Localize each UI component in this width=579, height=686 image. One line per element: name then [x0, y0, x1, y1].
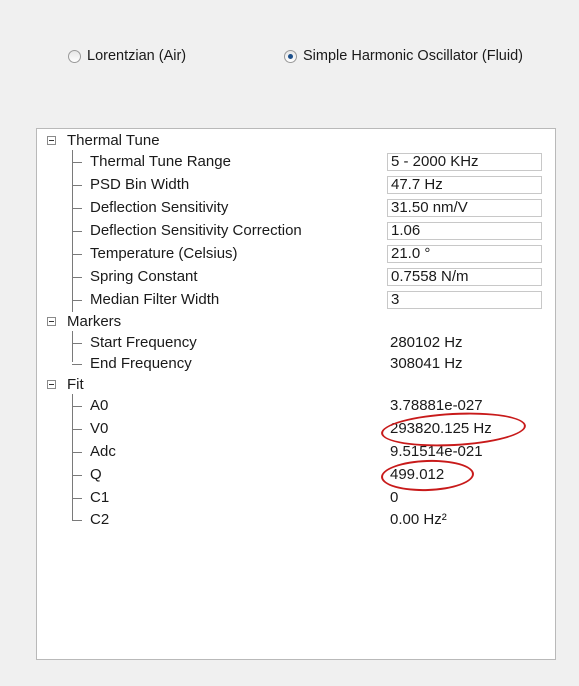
property-row-v0[interactable]: V0 293820.125 Hz	[37, 420, 555, 441]
thermal-tune-range-field[interactable]: 5 - 2000 KHz	[387, 153, 542, 171]
property-label: A0	[90, 397, 109, 414]
category-label: Fit	[67, 376, 84, 393]
lorentzian-air-radio[interactable]: Lorentzian (Air)	[68, 48, 186, 64]
property-label: Q	[90, 466, 102, 483]
tree-branch	[72, 406, 82, 407]
tree-branch	[72, 208, 82, 209]
deflection-sensitivity-correction-field[interactable]: 1.06	[387, 222, 542, 240]
tree-branch	[72, 162, 82, 163]
a0-value: 3.78881e-027	[390, 397, 483, 414]
start-frequency-value: 280102 Hz	[390, 334, 463, 351]
property-grid: Thermal Tune Thermal Tune Range 5 - 2000…	[36, 128, 556, 660]
property-row-q[interactable]: Q 499.012	[37, 466, 555, 487]
tree-branch	[72, 185, 82, 186]
tree-branch	[72, 300, 82, 301]
collapse-icon[interactable]	[47, 136, 56, 145]
property-label: Spring Constant	[90, 268, 198, 285]
tree-branch	[72, 520, 82, 521]
q-value: 499.012	[390, 466, 445, 483]
adc-value: 9.51514e-021	[390, 443, 483, 460]
c2-value: 0.00 Hz²	[390, 511, 447, 528]
property-label: PSD Bin Width	[90, 176, 190, 193]
tree-branch	[72, 429, 82, 430]
temperature-field[interactable]: 21.0 °	[387, 245, 542, 263]
property-row-deflection-sensitivity-correction[interactable]: Deflection Sensitivity Correction 1.06	[37, 222, 555, 243]
radio-label-sho: Simple Harmonic Oscillator (Fluid)	[303, 48, 523, 64]
tree-branch	[72, 452, 82, 453]
radio-checked-icon[interactable]	[284, 49, 297, 63]
tree-branch	[72, 277, 82, 278]
psd-bin-width-field[interactable]: 47.7 Hz	[387, 176, 542, 194]
category-fit[interactable]: Fit	[37, 376, 555, 397]
property-row-deflection-sensitivity[interactable]: Deflection Sensitivity 31.50 nm/V	[37, 199, 555, 220]
median-filter-width-field[interactable]: 3	[387, 291, 542, 309]
property-label: Adc	[90, 443, 116, 460]
simple-harmonic-oscillator-radio[interactable]: Simple Harmonic Oscillator (Fluid)	[284, 48, 523, 64]
c1-value: 0	[390, 489, 399, 506]
collapse-icon[interactable]	[47, 317, 56, 326]
category-label: Markers	[67, 313, 122, 330]
tree-branch	[72, 343, 82, 344]
property-row-thermal-tune-range[interactable]: Thermal Tune Range 5 - 2000 KHz	[37, 153, 555, 174]
property-row-adc[interactable]: Adc 9.51514e-021	[37, 443, 555, 464]
tree-branch	[72, 498, 82, 499]
category-thermal-tune[interactable]: Thermal Tune	[37, 132, 555, 153]
category-label: Thermal Tune	[67, 132, 160, 149]
spring-constant-field[interactable]: 0.7558 N/m	[387, 268, 542, 286]
property-row-spring-constant[interactable]: Spring Constant 0.7558 N/m	[37, 268, 555, 289]
property-row-c2[interactable]: C2 0.00 Hz²	[37, 508, 555, 532]
property-label: Deflection Sensitivity	[90, 199, 229, 216]
property-row-c1[interactable]: C1 0	[37, 489, 555, 510]
property-row-end-frequency[interactable]: End Frequency 308041 Hz	[37, 355, 555, 376]
property-label: Temperature (Celsius)	[90, 245, 238, 262]
collapse-icon[interactable]	[47, 380, 56, 389]
tree-branch	[72, 364, 82, 365]
property-row-psd-bin-width[interactable]: PSD Bin Width 47.7 Hz	[37, 176, 555, 197]
property-row-median-filter-width[interactable]: Median Filter Width 3	[37, 291, 555, 312]
tree-branch	[72, 254, 82, 255]
property-row-a0[interactable]: A0 3.78881e-027	[37, 397, 555, 418]
property-row-temperature[interactable]: Temperature (Celsius) 21.0 °	[37, 245, 555, 266]
fit-model-radio-group: Lorentzian (Air) Simple Harmonic Oscilla…	[0, 48, 579, 72]
radio-label-lorentzian: Lorentzian (Air)	[87, 48, 187, 64]
property-label: C2	[90, 511, 110, 528]
deflection-sensitivity-field[interactable]: 31.50 nm/V	[387, 199, 542, 217]
tree-connector	[72, 508, 73, 520]
property-label: C1	[90, 489, 110, 506]
property-label: Deflection Sensitivity Correction	[90, 222, 302, 239]
end-frequency-value: 308041 Hz	[390, 355, 463, 372]
property-label: V0	[90, 420, 109, 437]
tree-branch	[72, 231, 82, 232]
tree-branch	[72, 475, 82, 476]
radio-unchecked-icon[interactable]	[68, 49, 81, 63]
property-label: Median Filter Width	[90, 291, 220, 308]
category-markers[interactable]: Markers	[37, 313, 555, 334]
property-label: End Frequency	[90, 355, 192, 372]
property-label: Start Frequency	[90, 334, 197, 351]
v0-value: 293820.125 Hz	[390, 420, 492, 437]
property-row-start-frequency[interactable]: Start Frequency 280102 Hz	[37, 334, 555, 355]
property-label: Thermal Tune Range	[90, 153, 231, 170]
